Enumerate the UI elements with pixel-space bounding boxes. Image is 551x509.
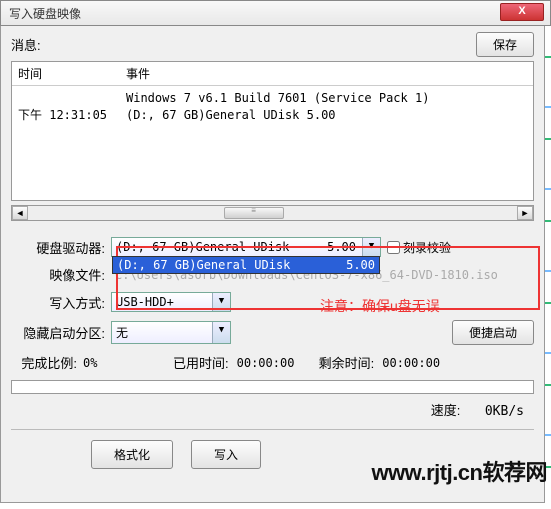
divider <box>11 429 534 430</box>
log-event: (D:, 67 GB)General UDisk 5.00 <box>126 107 336 124</box>
remain-label: 剩余时间: <box>319 353 375 372</box>
chevron-down-icon[interactable]: ▼ <box>362 238 380 256</box>
log-box: 时间 事件 Windows 7 v6.1 Build 7601 (Service… <box>11 61 534 201</box>
horizontal-scrollbar[interactable]: ◄ ► <box>11 205 534 221</box>
annotation-text: 注意：确保u盘无误 <box>320 296 440 316</box>
log-header-time: 时间 <box>18 65 126 82</box>
right-strip <box>545 26 551 503</box>
drive-select[interactable]: (D:, 67 GB)General UDisk 5.00 ▼ (D:, 67 … <box>111 237 381 257</box>
elapsed-label: 已用时间: <box>173 353 229 372</box>
scroll-thumb[interactable] <box>224 207 284 219</box>
scroll-left-icon[interactable]: ◄ <box>12 206 28 220</box>
chevron-down-icon[interactable]: ▼ <box>212 293 230 311</box>
done-value: 0% <box>83 356 173 370</box>
quick-boot-button[interactable]: 便捷启动 <box>452 320 534 345</box>
remain-value: 00:00:00 <box>374 356 440 370</box>
speed-value: 0KB/s <box>464 404 524 419</box>
scroll-track[interactable] <box>28 206 517 220</box>
message-label: 消息: <box>11 35 476 54</box>
title-bar: 写入硬盘映像 X <box>0 0 551 26</box>
write-button[interactable]: 写入 <box>191 440 261 469</box>
scroll-right-icon[interactable]: ► <box>517 206 533 220</box>
save-button[interactable]: 保存 <box>476 32 534 57</box>
hidden-boot-label: 隐藏启动分区: <box>11 323 111 342</box>
image-label: 映像文件: <box>11 265 111 284</box>
chevron-down-icon[interactable]: ▼ <box>212 322 230 343</box>
drive-option-1[interactable]: (D:, 67 GB)General UDisk 5.00 <box>113 257 379 273</box>
content-area: 消息: 保存 时间 事件 Windows 7 v6.1 Build 7601 (… <box>0 26 545 503</box>
watermark: www.rjtj.cn软荐网 <box>371 455 547 487</box>
drive-label: 硬盘驱动器: <box>11 238 111 257</box>
log-line-1: Windows 7 v6.1 Build 7601 (Service Pack … <box>18 90 527 107</box>
verify-checkbox[interactable]: 刻录校验 <box>387 239 451 256</box>
window-title: 写入硬盘映像 <box>9 5 81 22</box>
hidden-boot-select[interactable]: 无 ▼ <box>111 321 231 344</box>
close-button[interactable]: X <box>500 3 544 21</box>
log-time: 下午 12:31:05 <box>18 107 126 124</box>
format-button[interactable]: 格式化 <box>91 440 173 469</box>
verify-checkbox-input[interactable] <box>387 241 400 254</box>
elapsed-value: 00:00:00 <box>229 356 319 370</box>
drive-options: (D:, 67 GB)General UDisk 5.00 <box>112 256 380 274</box>
done-label: 完成比例: <box>11 353 83 372</box>
log-header-event: 事件 <box>126 65 150 82</box>
speed-label: 速度: <box>431 403 461 418</box>
write-mode-label: 写入方式: <box>11 293 111 312</box>
progress-bar <box>11 380 534 394</box>
write-mode-select[interactable]: USB-HDD+ ▼ <box>111 292 231 312</box>
